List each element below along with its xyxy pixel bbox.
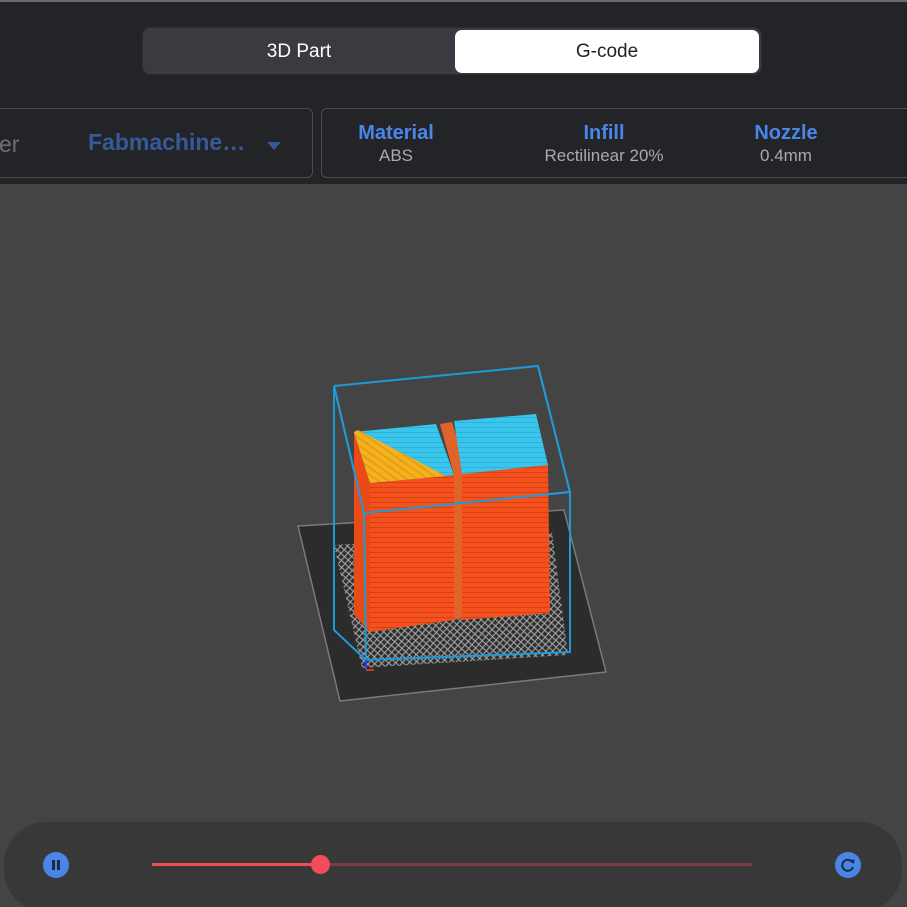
setting-nozzle[interactable]: Nozzle 0.4mm	[686, 121, 886, 167]
pause-icon[interactable]	[43, 852, 69, 878]
infill-title: Infill	[583, 122, 625, 144]
setting-material[interactable]: Material ABS	[296, 121, 496, 167]
material-value: ABS	[378, 146, 414, 165]
playback-controls	[4, 822, 902, 907]
slider-thumb[interactable]	[311, 855, 330, 874]
setting-infill[interactable]: Infill Rectilinear 20%	[504, 121, 704, 167]
gcode-viewer-page: 3D Part G-code er Fabmachine… Material A…	[0, 0, 907, 907]
gcode-preview-scene	[297, 364, 607, 702]
chevron-down-icon[interactable]	[267, 142, 281, 150]
top-toolbar: 3D Part G-code er Fabmachine… Material A…	[0, 0, 907, 184]
refresh-icon[interactable]	[835, 852, 861, 878]
nozzle-value: 0.4mm	[760, 146, 812, 165]
tab-3d-part[interactable]: 3D Part	[145, 30, 453, 73]
view-mode-switch: 3D Part G-code	[142, 27, 762, 75]
right-block-top-cyan	[454, 414, 548, 474]
printer-label: er	[0, 131, 20, 157]
left-block-front	[370, 475, 454, 632]
slider-fill	[152, 863, 320, 866]
printer-panel: er Fabmachine…	[0, 108, 313, 178]
gcode-3d-viewport[interactable]	[0, 184, 907, 824]
material-title: Material	[358, 122, 434, 144]
printer-dropdown[interactable]: Fabmachine…	[88, 129, 245, 156]
layer-progress-slider[interactable]	[152, 855, 752, 874]
tab-gcode[interactable]: G-code	[455, 30, 759, 73]
print-settings-panel: Material ABS Infill Rectilinear 20% Nozz…	[321, 108, 907, 178]
right-block-front	[462, 465, 550, 620]
infill-value: Rectilinear 20%	[544, 146, 664, 165]
nozzle-title: Nozzle	[754, 122, 818, 144]
refresh-glyph	[841, 858, 855, 872]
